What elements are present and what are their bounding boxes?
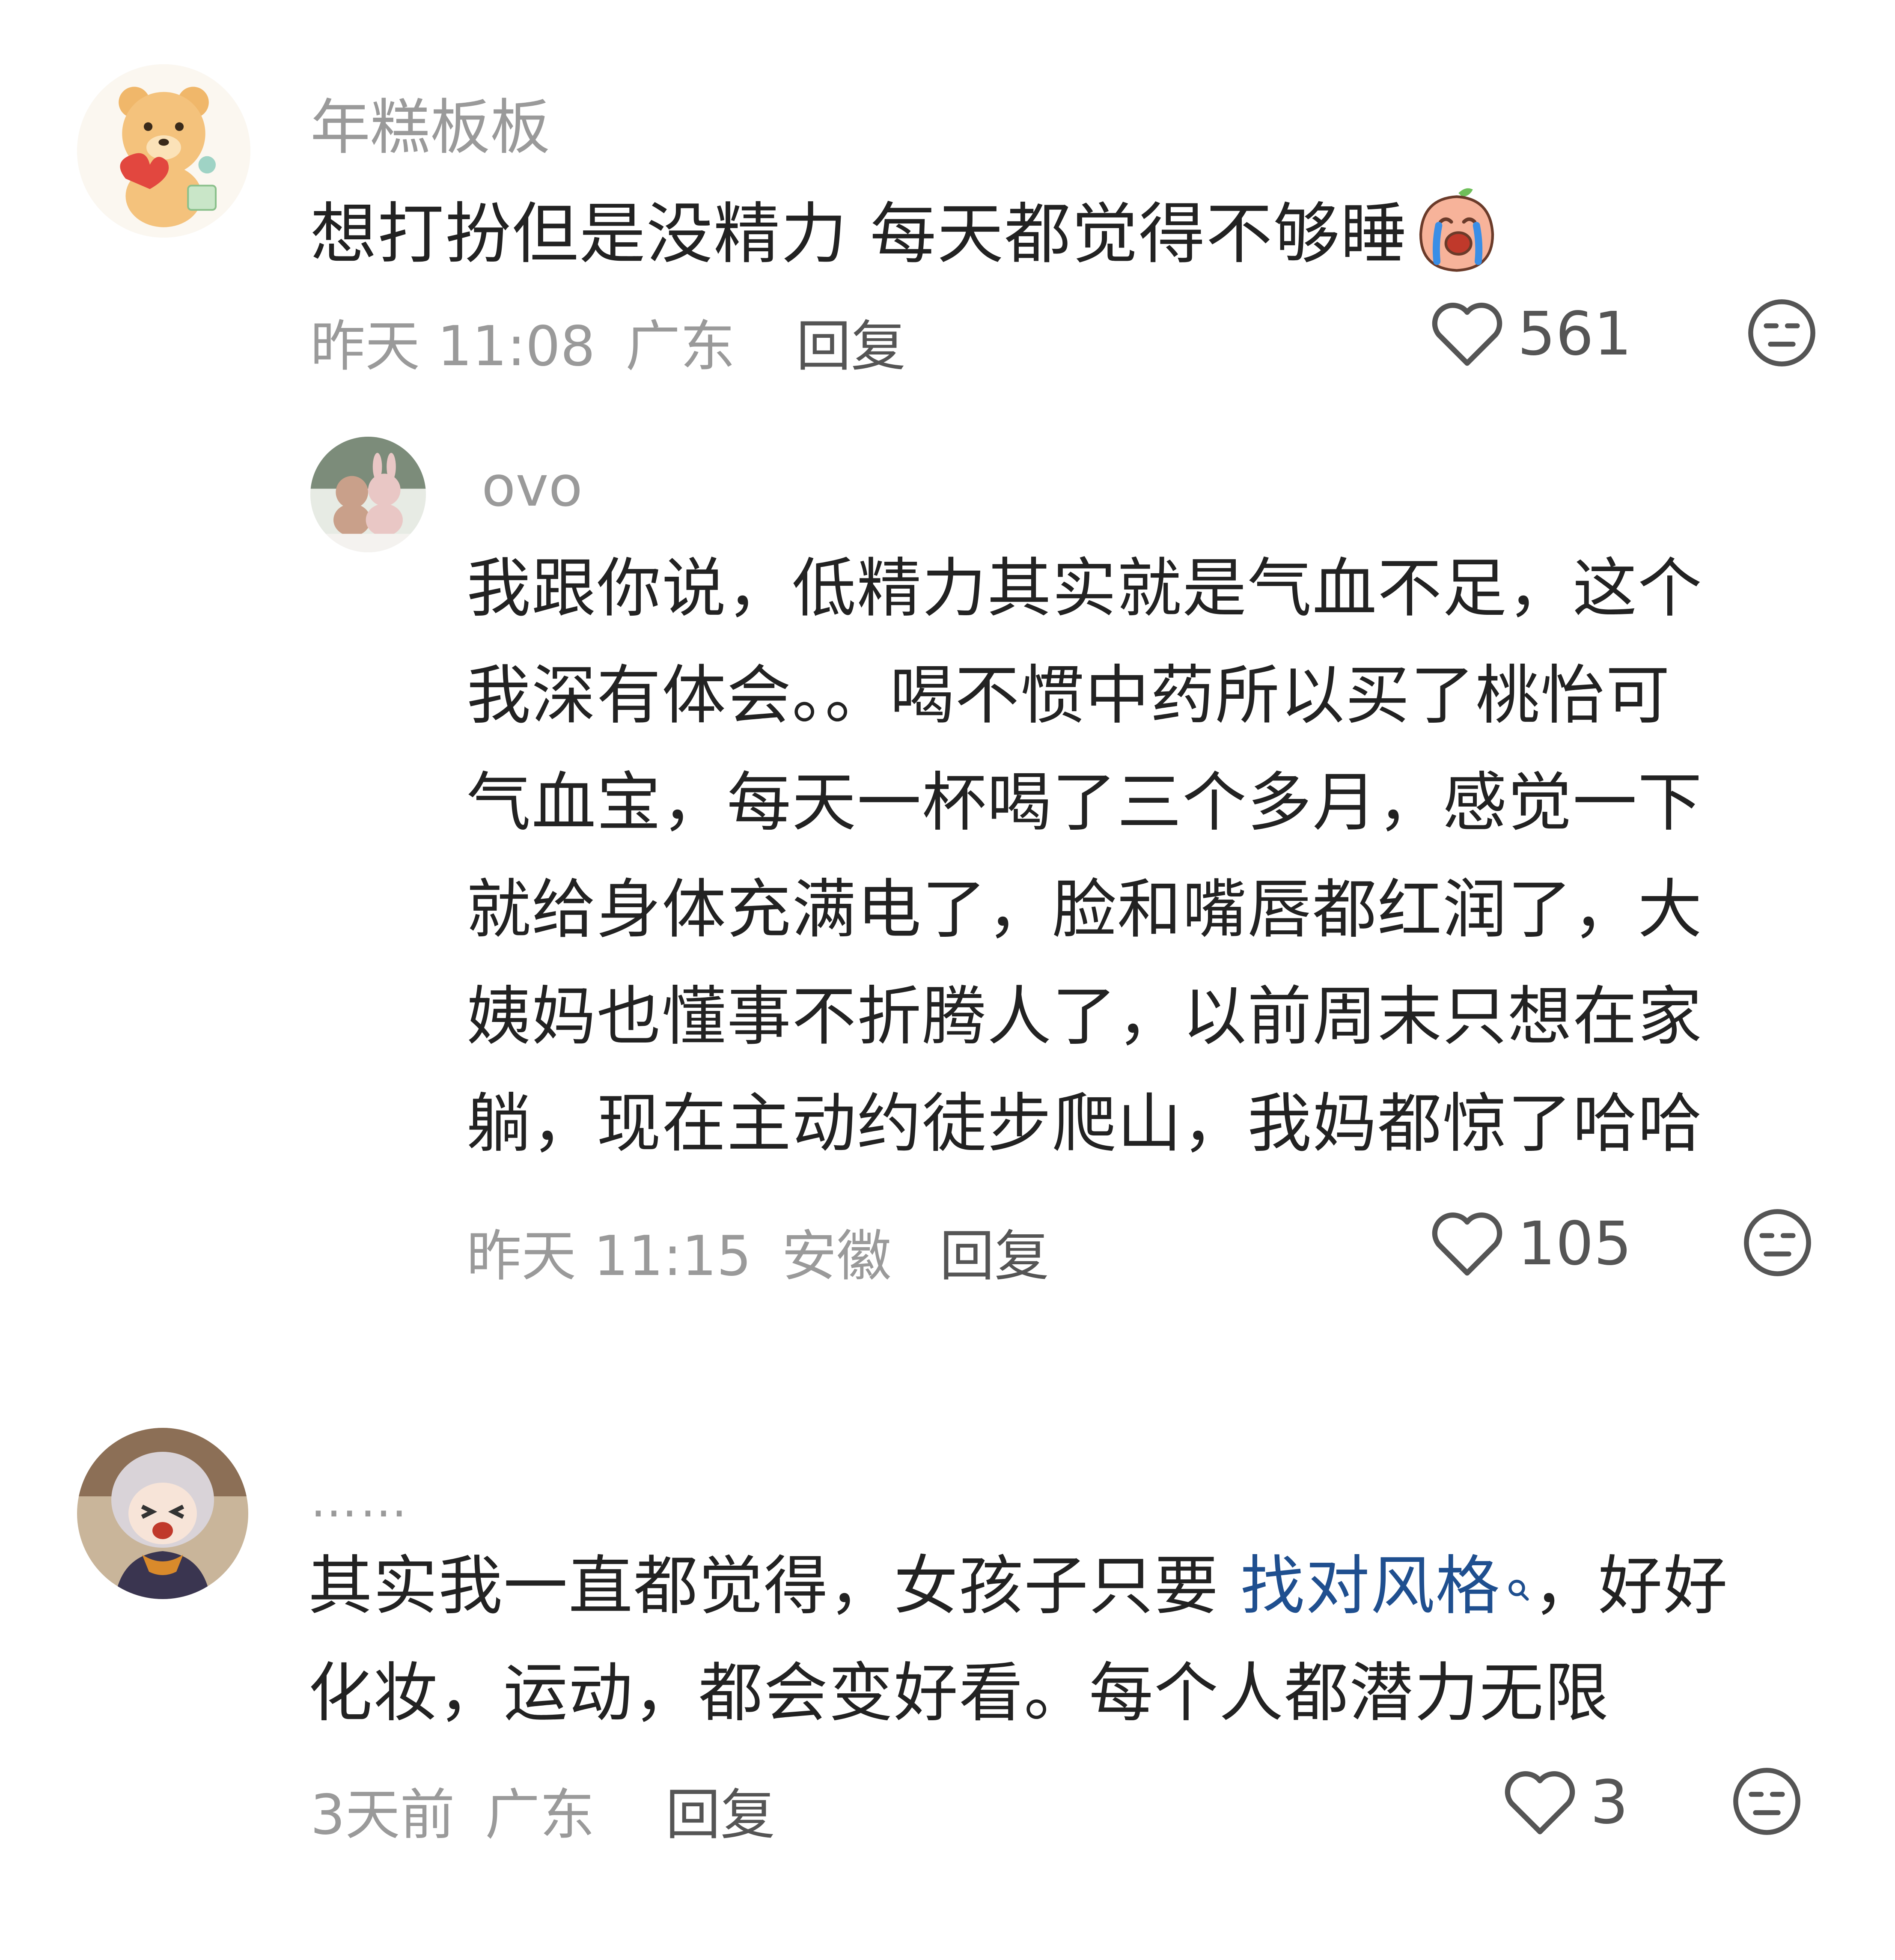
search-icon: [1503, 1554, 1533, 1601]
reply-button[interactable]: 回复: [940, 1212, 1049, 1291]
comment-text-line: 化妆，运动，都会变好看。每个人都潜力无限: [308, 1656, 1610, 1731]
comment-text-segment: 其实我一直都觉得，女孩子只要: [308, 1549, 1241, 1623]
plush-toys-avatar-icon: [310, 437, 426, 552]
comment-text: 我跟你说，低精力其实就是气血不足，这个 我深有体会。。喝不惯中药所以买了桃怡可 …: [467, 557, 1703, 1199]
comment-text-line: 我跟你说，低精力其实就是气血不足，这个: [467, 551, 1703, 626]
comment-meta: 3天前 广东: [310, 1770, 595, 1850]
search-keyword-text: 找对风格: [1240, 1549, 1501, 1623]
comment-text-line: 气血宝，每天一杯喝了三个多月，感觉一下: [467, 766, 1703, 840]
comment-text-line: 姨妈也懂事不折腾人了，以前周末只想在家: [467, 980, 1703, 1054]
dislike-face-icon[interactable]: [1742, 1207, 1813, 1278]
comment-time: 昨天 11:15: [467, 1224, 752, 1288]
username[interactable]: ovo: [482, 454, 583, 519]
avatar[interactable]: [77, 64, 250, 238]
comment-text-line: 就给身体充满电了，脸和嘴唇都红润了，大: [467, 873, 1703, 947]
search-keyword-link[interactable]: 找对风格: [1241, 1549, 1533, 1623]
username[interactable]: 年糕板板: [310, 79, 550, 166]
heart-icon: [1430, 300, 1505, 368]
avatar[interactable]: [77, 1428, 248, 1599]
like-button[interactable]: 105: [1430, 1207, 1632, 1280]
comment-meta: 昨天 11:15 安徽: [467, 1212, 891, 1291]
comment-text: 想打扮但是没精力 每天都觉得不够睡: [310, 184, 1502, 274]
avatar[interactable]: [310, 437, 426, 552]
comment-location: 广东: [625, 315, 735, 378]
comment-text-line: 我深有体会。。喝不惯中药所以买了桃怡可: [467, 658, 1671, 733]
comment-time: 3天前: [310, 1783, 455, 1847]
like-button[interactable]: 561: [1430, 298, 1632, 370]
reply-button[interactable]: 回复: [796, 302, 906, 381]
comment-time: 昨天 11:08: [310, 315, 595, 378]
comment-meta: 昨天 11:08 广东: [310, 302, 735, 381]
crying-peach-emoji-icon: [1412, 184, 1502, 274]
dislike-face-icon[interactable]: [1731, 1766, 1802, 1837]
comment-text-segment: ，好好: [1533, 1549, 1728, 1623]
comment-text-line: 躺，现在主动约徒步爬山，我妈都惊了哈哈: [467, 1087, 1703, 1161]
anime-character-avatar-icon: [77, 1428, 248, 1599]
comment-text-line: 其实我一直都觉得，女孩子只要 找对风格 ，好好: [308, 1554, 1728, 1661]
like-count: 105: [1517, 1209, 1632, 1279]
username[interactable]: ……: [310, 1473, 410, 1528]
like-count: 3: [1590, 1767, 1629, 1838]
like-count: 561: [1517, 299, 1632, 369]
comment-text: 其实我一直都觉得，女孩子只要 找对风格 ，好好 化妆，运动，都会变好看。每个人都潜…: [308, 1554, 1728, 1768]
comment-location: 安徽: [782, 1224, 892, 1288]
bear-avatar-icon: [77, 64, 250, 238]
heart-icon: [1502, 1768, 1577, 1837]
dislike-face-icon[interactable]: [1746, 298, 1817, 368]
reply-button[interactable]: 回复: [666, 1770, 775, 1850]
comment-text-content: 想打扮但是没精力 每天都觉得不够睡: [310, 195, 1408, 273]
comment-location: 广东: [485, 1783, 595, 1847]
heart-icon: [1430, 1209, 1505, 1278]
like-button[interactable]: 3: [1502, 1766, 1628, 1839]
